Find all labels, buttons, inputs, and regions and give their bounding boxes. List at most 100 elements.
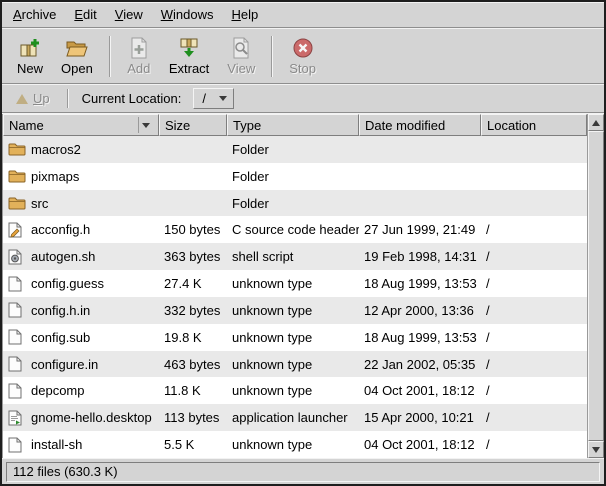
file-name: acconfig.h — [31, 222, 90, 237]
file-name: config.h.in — [31, 303, 90, 318]
add-files-icon — [127, 36, 151, 60]
cell-date-modified: 12 Apr 2000, 13:36 — [359, 297, 481, 324]
status-bar: 112 files (630.3 K) — [6, 462, 600, 482]
table-row[interactable]: gnome-hello.desktop113 bytesapplication … — [3, 404, 587, 431]
status-area: 112 files (630.3 K) — [2, 458, 604, 484]
cell-type: unknown type — [227, 431, 359, 458]
document-icon — [8, 329, 26, 345]
scroll-down-button[interactable] — [588, 441, 604, 458]
column-header-date-modified[interactable]: Date modified — [359, 114, 481, 136]
file-list: macros2FolderpixmapsFoldersrcFolderaccon… — [3, 136, 587, 458]
cell-date-modified: 27 Jun 1999, 21:49 — [359, 216, 481, 243]
cell-name: src — [3, 190, 159, 217]
document-icon — [8, 276, 26, 292]
current-location-label: Current Location: — [78, 91, 186, 106]
status-text: 112 files (630.3 K) — [13, 464, 118, 479]
menu-edit[interactable]: Edit — [65, 3, 105, 26]
menu-help[interactable]: Help — [222, 3, 267, 26]
source-file-icon — [8, 222, 26, 238]
file-name: depcomp — [31, 383, 84, 398]
new-archive-icon — [18, 36, 42, 60]
cell-date-modified: 15 Apr 2000, 10:21 — [359, 404, 481, 431]
extract-icon — [177, 36, 201, 60]
location-combo[interactable]: / — [193, 88, 234, 109]
cell-date-modified: 18 Aug 1999, 13:53 — [359, 270, 481, 297]
cell-name: install-sh — [3, 431, 159, 458]
cell-location: / — [481, 243, 587, 270]
column-header-type[interactable]: Type — [227, 114, 359, 136]
extract-button[interactable]: Extract — [160, 32, 218, 81]
cell-name: autogen.sh — [3, 243, 159, 270]
cell-type: Folder — [227, 136, 359, 163]
location-bar: Up Current Location: / — [2, 84, 604, 113]
menu-windows[interactable]: Windows — [152, 3, 223, 26]
menu-archive[interactable]: Archive — [4, 3, 65, 26]
script-file-icon — [8, 249, 26, 265]
file-name: install-sh — [31, 437, 82, 452]
table-row[interactable]: pixmapsFolder — [3, 163, 587, 190]
file-name: macros2 — [31, 142, 81, 157]
cell-name: config.h.in — [3, 297, 159, 324]
table-row[interactable]: srcFolder — [3, 190, 587, 217]
table-row[interactable]: configure.in463 bytesunknown type22 Jan … — [3, 351, 587, 378]
table-row[interactable]: depcomp11.8 Kunknown type04 Oct 2001, 18… — [3, 377, 587, 404]
new-button[interactable]: New — [8, 32, 52, 81]
cell-location: / — [481, 404, 587, 431]
document-icon — [8, 437, 26, 453]
table-row[interactable]: install-sh5.5 Kunknown type04 Oct 2001, … — [3, 431, 587, 458]
cell-type: unknown type — [227, 324, 359, 351]
cell-date-modified — [359, 163, 481, 190]
cell-size: 11.8 K — [159, 377, 227, 404]
cell-size — [159, 190, 227, 217]
open-button[interactable]: Open — [52, 32, 102, 81]
cell-name: acconfig.h — [3, 216, 159, 243]
column-header-location[interactable]: Location — [481, 114, 587, 136]
scrollbar-trough[interactable] — [588, 131, 604, 441]
cell-type: shell script — [227, 243, 359, 270]
table-wrap: Name Size Type Date modified Location ma… — [2, 114, 587, 458]
sort-arrow-icon[interactable] — [138, 117, 153, 133]
table-header: Name Size Type Date modified Location — [3, 114, 587, 136]
cell-date-modified: 19 Feb 1998, 14:31 — [359, 243, 481, 270]
cell-name: configure.in — [3, 351, 159, 378]
cell-size — [159, 136, 227, 163]
table-row[interactable]: config.h.in332 bytesunknown type12 Apr 2… — [3, 297, 587, 324]
cell-location: / — [481, 216, 587, 243]
document-icon — [8, 356, 26, 372]
cell-type: Folder — [227, 163, 359, 190]
document-icon — [8, 383, 26, 399]
table-row[interactable]: config.sub19.8 Kunknown type18 Aug 1999,… — [3, 324, 587, 351]
cell-size: 113 bytes — [159, 404, 227, 431]
cell-size: 150 bytes — [159, 216, 227, 243]
cell-type: unknown type — [227, 377, 359, 404]
up-button: Up — [8, 89, 58, 108]
cell-location: / — [481, 377, 587, 404]
cell-size: 19.8 K — [159, 324, 227, 351]
scroll-up-button[interactable] — [588, 114, 604, 131]
cell-location — [481, 163, 587, 190]
toolbar-separator — [109, 36, 111, 77]
cell-type: unknown type — [227, 270, 359, 297]
cell-location — [481, 136, 587, 163]
file-name: configure.in — [31, 357, 98, 372]
vertical-scrollbar[interactable] — [587, 114, 604, 458]
table-row[interactable]: macros2 Folder — [3, 136, 587, 163]
location-value: / — [202, 91, 212, 106]
cell-name: config.sub — [3, 324, 159, 351]
stop-icon — [291, 36, 315, 60]
cell-size: 27.4 K — [159, 270, 227, 297]
cell-location: / — [481, 297, 587, 324]
column-header-name[interactable]: Name — [3, 114, 159, 136]
menubar: Archive Edit View Windows Help — [2, 2, 604, 28]
column-header-size[interactable]: Size — [159, 114, 227, 136]
menu-view[interactable]: View — [106, 3, 152, 26]
scrollbar-thumb[interactable] — [588, 131, 604, 441]
file-name: config.sub — [31, 330, 90, 345]
table-row[interactable]: config.guess27.4 Kunknown type18 Aug 199… — [3, 270, 587, 297]
folder-icon — [8, 195, 26, 211]
file-table: Name Size Type Date modified Location ma… — [2, 113, 604, 458]
cell-name: gnome-hello.desktop — [3, 404, 159, 431]
cell-location: / — [481, 431, 587, 458]
table-row[interactable]: acconfig.h150 bytesC source code header2… — [3, 216, 587, 243]
table-row[interactable]: autogen.sh363 bytesshell script19 Feb 19… — [3, 243, 587, 270]
